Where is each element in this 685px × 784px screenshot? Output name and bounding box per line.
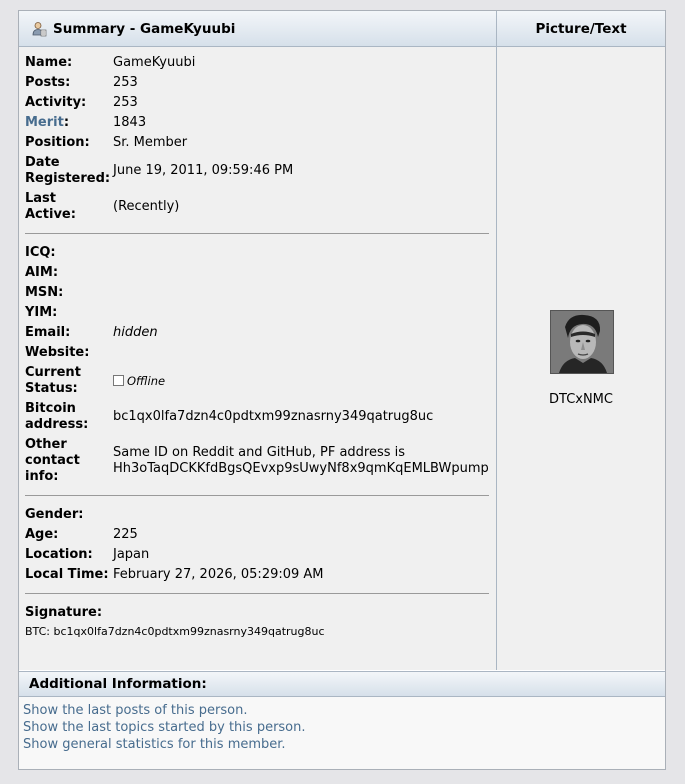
- name-label: Name:: [25, 55, 73, 70]
- age-label: Age:: [25, 527, 59, 542]
- email-value: hidden: [113, 325, 158, 340]
- activity-value: 253: [113, 95, 138, 110]
- icq-label: ICQ:: [25, 245, 56, 260]
- additional-info-body: Show the last posts of this person. Show…: [19, 697, 665, 769]
- position-label: Position:: [25, 135, 90, 150]
- user-icon: [32, 21, 47, 36]
- avatar-portrait-icon: [551, 311, 613, 373]
- other-contact-value: Same ID on Reddit and GitHub, PF address…: [113, 445, 489, 477]
- link-last-topics[interactable]: Show the last topics started by this per…: [23, 720, 306, 736]
- email-label: Email:: [25, 325, 71, 340]
- summary-panel: Name: GameKyuubi Posts: 253 Activity: 25…: [19, 47, 497, 670]
- picture-title: Picture/Text: [535, 20, 627, 37]
- date-registered-label: Date Registered:: [25, 155, 115, 187]
- link-last-posts[interactable]: Show the last posts of this person.: [23, 703, 247, 719]
- website-label: Website:: [25, 345, 90, 360]
- personal-text: DTCxNMC: [549, 392, 613, 407]
- signature-text: BTC: bc1qx0lfa7dzn4c0pdtxm99znasrny349qa…: [25, 625, 325, 638]
- additional-info-header: Additional Information:: [19, 671, 665, 697]
- last-active-label: Last Active:: [25, 191, 115, 223]
- merit-colon: :: [63, 115, 70, 130]
- merit-value: 1843: [113, 115, 147, 130]
- other-label-line1: Other: [25, 437, 67, 452]
- status-label: Current Status:: [25, 365, 115, 397]
- name-value: GameKyuubi: [113, 55, 196, 70]
- merit-link[interactable]: Merit: [25, 115, 64, 130]
- picture-panel: DTCxNMC: [497, 47, 665, 670]
- aim-label: AIM:: [25, 265, 59, 280]
- picture-header: Picture/Text: [497, 11, 665, 47]
- location-value: Japan: [113, 547, 150, 562]
- activity-label: Activity:: [25, 95, 87, 110]
- bitcoin-value: bc1qx0lfa7dzn4c0pdtxm99znasrny349qatrug8…: [113, 409, 434, 424]
- last-active-value: (Recently): [113, 199, 180, 214]
- date-label-line1: Date: [25, 155, 60, 170]
- link-general-stats[interactable]: Show general statistics for this member.: [23, 737, 286, 753]
- msn-label: MSN:: [25, 285, 64, 300]
- signature-label: Signature:: [25, 605, 103, 620]
- local-time-label: Local Time:: [25, 567, 109, 582]
- profile-frame: Summary - GameKyuubi Picture/Text Name: …: [18, 10, 666, 770]
- posts-value: 253: [113, 75, 138, 90]
- last-label-line1: Last: [25, 191, 57, 206]
- other-contact-line2: Hh3oTaqDCKKfdBgsQEvxp9sUwyNf8x9qmKqEMLBW…: [113, 461, 489, 476]
- status-value: Offline: [113, 373, 165, 390]
- status-text: Offline: [127, 374, 166, 388]
- summary-header: Summary - GameKyuubi: [19, 11, 497, 47]
- location-label: Location:: [25, 547, 93, 562]
- bitcoin-label: Bitcoin address:: [25, 401, 115, 433]
- last-label-line2: Active:: [25, 207, 76, 222]
- other-contact-line1: Same ID on Reddit and GitHub, PF address…: [113, 445, 406, 460]
- summary-title: Summary - GameKyuubi: [53, 20, 236, 37]
- age-value: 225: [113, 527, 138, 542]
- offline-status-icon: [113, 375, 124, 386]
- other-label-line3: info:: [25, 469, 59, 484]
- date-registered-value: June 19, 2011, 09:59:46 PM: [113, 163, 294, 178]
- date-label-line2: Registered:: [25, 171, 111, 186]
- separator-1: [25, 233, 489, 234]
- user-avatar-photo: [550, 310, 614, 374]
- other-contact-label: Other contact info:: [25, 437, 115, 485]
- other-label-line2: contact: [25, 453, 80, 468]
- bitcoin-label-line2: address:: [25, 417, 89, 432]
- additional-info-title: Additional Information:: [29, 676, 207, 692]
- local-time-value: February 27, 2026, 05:29:09 AM: [113, 567, 324, 582]
- gender-label: Gender:: [25, 507, 84, 522]
- separator-3: [25, 593, 489, 594]
- status-label-line2: Status:: [25, 381, 78, 396]
- bitcoin-label-line1: Bitcoin: [25, 401, 76, 416]
- merit-label-wrap: Merit:: [25, 115, 115, 131]
- separator-2: [25, 495, 489, 496]
- status-label-line1: Current: [25, 365, 81, 380]
- posts-label: Posts:: [25, 75, 71, 90]
- yim-label: YIM:: [25, 305, 58, 320]
- position-value: Sr. Member: [113, 135, 188, 150]
